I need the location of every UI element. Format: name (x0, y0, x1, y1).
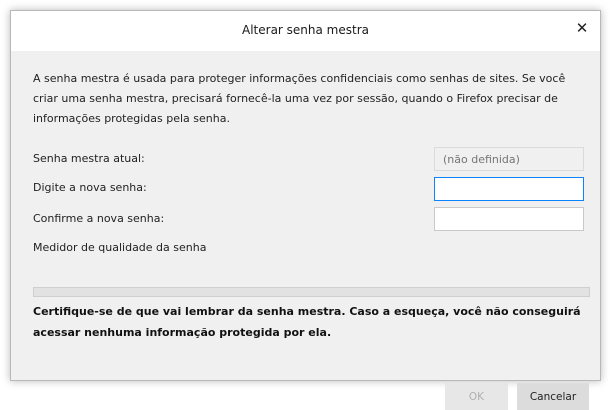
dialog-window: Alterar senha mestra ✕ A senha mestra é … (10, 10, 601, 410)
password-meter-label: Medidor de qualidade da senha (33, 241, 207, 254)
description-text: A senha mestra é usada para proteger inf… (33, 72, 566, 125)
ok-button[interactable]: OK (445, 383, 508, 410)
current-password-label: Senha mestra atual: (33, 152, 145, 165)
confirm-password-label: Confirme a nova senha: (33, 212, 165, 225)
dialog-content: A senha mestra é usada para proteger inf… (11, 51, 600, 410)
new-password-input[interactable] (434, 177, 584, 201)
new-password-label: Digite a nova senha: (33, 181, 147, 194)
warning-text: Certifique-se de que vai lembrar da senh… (33, 305, 581, 339)
cancel-button[interactable]: Cancelar (517, 383, 589, 410)
current-password-field (434, 147, 584, 171)
close-icon[interactable]: ✕ (574, 20, 590, 36)
confirm-password-input[interactable] (434, 207, 584, 231)
dialog-title: Alterar senha mestra (242, 23, 369, 37)
password-quality-meter (33, 287, 590, 297)
title-bar: Alterar senha mestra ✕ (11, 11, 600, 51)
